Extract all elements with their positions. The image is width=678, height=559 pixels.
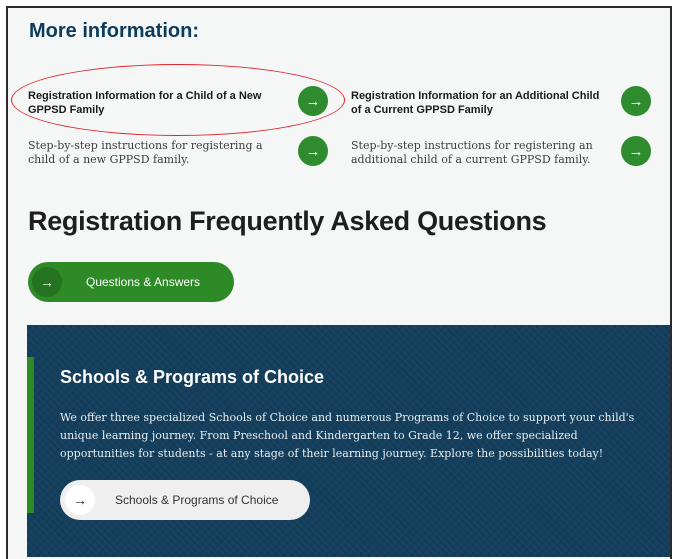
page-frame: More information: Registration Informati… [6,6,672,559]
choice-description: We offer three specialized Schools of Ch… [60,411,635,460]
choice-heading: Schools & Programs of Choice [60,367,325,387]
new-family-registration-link[interactable]: Registration Information for a Child of … [28,89,280,117]
schools-programs-of-choice-label: Schools & Programs of Choice [115,493,279,507]
additional-child-registration-card[interactable]: Registration Information for an Addition… [351,86,661,126]
new-family-registration-card[interactable]: Registration Information for a Child of … [28,86,338,126]
questions-answers-label: Questions & Answers [86,275,201,289]
accent-bar [27,357,34,513]
faq-heading: Registration Frequently Asked Questions [28,206,547,236]
arrow-right-icon[interactable]: → [621,136,651,166]
new-family-steps-description: Step-by-step instructions for registerin… [28,139,263,166]
additional-child-steps-card[interactable]: Step-by-step instructions for registerin… [351,136,661,176]
schools-programs-of-choice-button[interactable]: → Schools & Programs of Choice [60,480,310,520]
schools-programs-of-choice-panel: Schools & Programs of Choice We offer th… [27,325,670,557]
additional-child-registration-link[interactable]: Registration Information for an Addition… [351,89,603,117]
arrow-right-icon[interactable]: → [298,136,328,166]
arrow-right-icon: → [65,485,95,515]
new-family-steps-card[interactable]: Step-by-step instructions for registerin… [28,136,338,176]
arrow-right-icon[interactable]: → [298,86,328,116]
additional-child-steps-description: Step-by-step instructions for registerin… [351,139,593,166]
more-information-heading: More information: [29,20,199,42]
arrow-right-icon[interactable]: → [621,86,651,116]
questions-answers-button[interactable]: → Questions & Answers [28,262,234,302]
arrow-right-icon: → [32,267,62,297]
